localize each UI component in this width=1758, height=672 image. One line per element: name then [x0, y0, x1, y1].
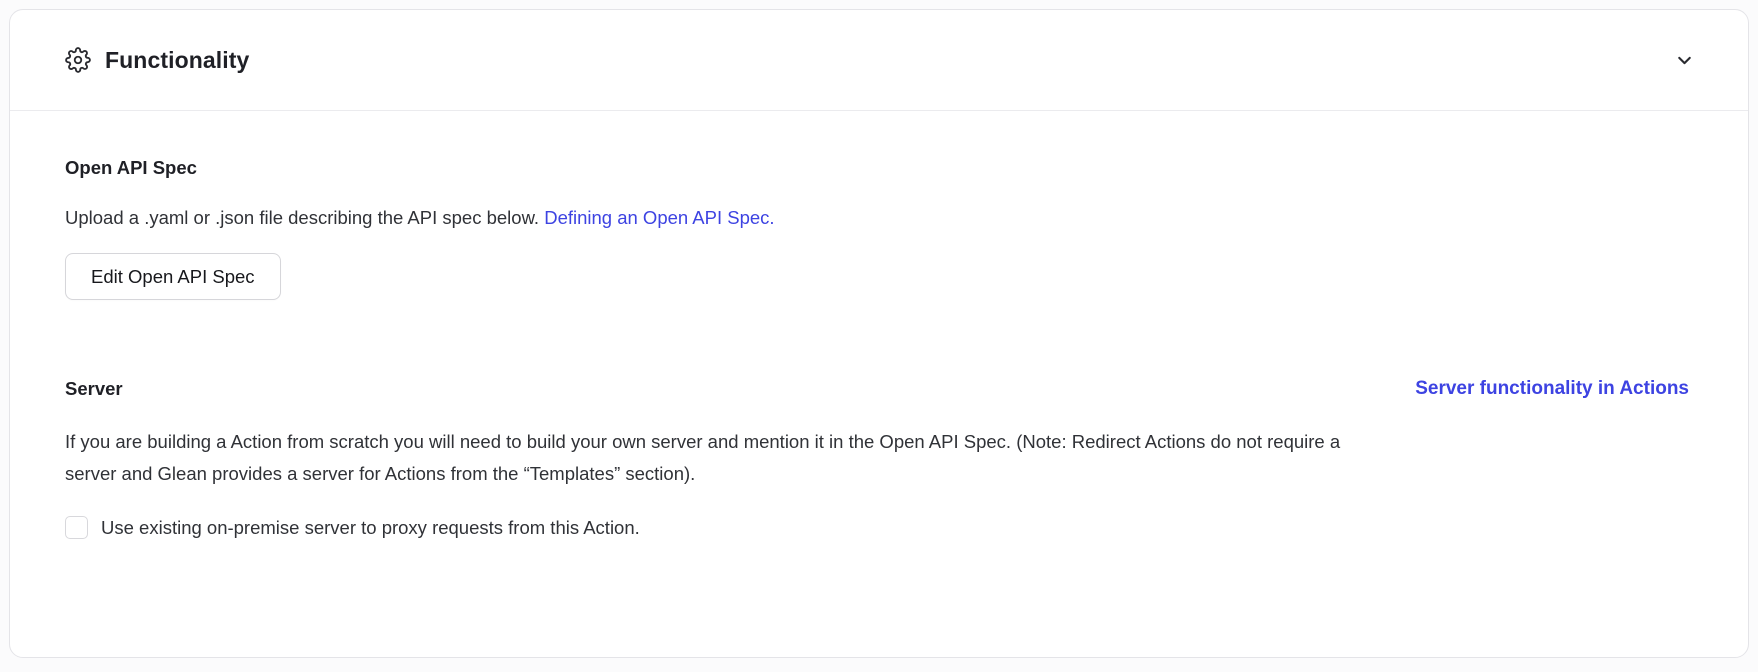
card-body: Open API Spec Upload a .yaml or .json fi… [10, 111, 1748, 539]
on-premise-server-checkbox[interactable] [65, 516, 88, 539]
server-description-line-2: server and Glean provides a server for A… [65, 463, 695, 484]
server-section: Server Server functionality in Actions I… [65, 378, 1693, 539]
open-api-spec-description: Upload a .yaml or .json file describing … [65, 205, 1693, 231]
server-description-line-1: If you are building a Action from scratc… [65, 431, 1340, 452]
open-api-spec-description-text: Upload a .yaml or .json file describing … [65, 207, 539, 228]
on-premise-server-checkbox-row: Use existing on-premise server to proxy … [65, 516, 1693, 539]
open-api-spec-heading: Open API Spec [65, 157, 1693, 179]
chevron-down-icon [1674, 50, 1695, 71]
open-api-spec-section: Open API Spec Upload a .yaml or .json fi… [65, 157, 1693, 300]
collapse-section-button[interactable] [1670, 46, 1698, 74]
server-functionality-link[interactable]: Server functionality in Actions [1415, 378, 1689, 400]
server-heading-row: Server Server functionality in Actions [65, 378, 1693, 400]
server-description: If you are building a Action from scratc… [65, 426, 1693, 490]
card-title: Functionality [105, 47, 249, 74]
server-heading: Server [65, 378, 123, 400]
functionality-card: Functionality Open API Spec Upload a .ya… [9, 9, 1749, 658]
gear-icon [65, 47, 91, 73]
edit-open-api-spec-button[interactable]: Edit Open API Spec [65, 253, 281, 300]
defining-open-api-spec-link[interactable]: Defining an Open API Spec. [544, 207, 774, 228]
on-premise-server-checkbox-label: Use existing on-premise server to proxy … [101, 516, 640, 539]
card-header: Functionality [10, 10, 1748, 111]
